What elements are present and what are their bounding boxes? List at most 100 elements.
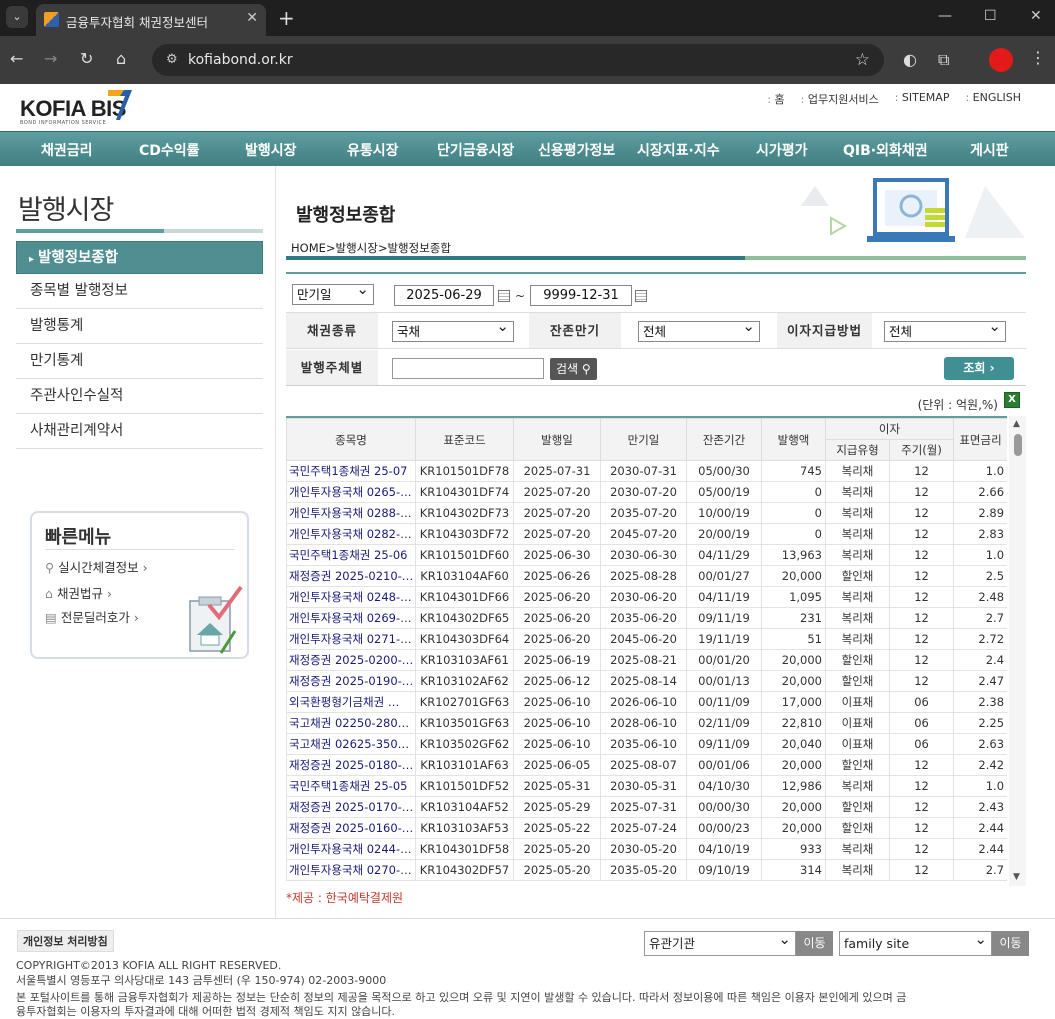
sidebar-item-bond-contract[interactable]: 사채관리계약서 [16, 414, 263, 449]
remaining-maturity-select[interactable]: 전체 [638, 317, 760, 342]
table-row[interactable]: 재정증권 2025-0180-… KR103101AF63 2025-06-05 20… [286, 754, 1007, 776]
col-header-maturity[interactable]: 만기일 [600, 418, 687, 461]
table-row[interactable]: 국민주택1종채권 25-05 KR101501DF52 2025-05-31 2030… [286, 775, 1007, 797]
cell-name[interactable]: 재정증권 2025-0170-… [286, 796, 416, 818]
related-org-select[interactable]: 유관기관 [644, 928, 796, 956]
table-scrollbar[interactable]: ▲ ▼ [1009, 416, 1026, 886]
table-row[interactable]: 국민주택1종채권 25-07 KR101501DF78 2025-07-31 2030… [286, 460, 1007, 482]
top-link-english[interactable]: ENGLISH [965, 91, 1021, 107]
quick-link-dealer[interactable]: ▤ 전문딜러호가 › [45, 607, 139, 626]
sidebar-item-underwriter[interactable]: 주관사인수실적 [16, 379, 263, 414]
sidebar-item-issue-stats[interactable]: 발행통계 [16, 309, 263, 344]
site-info-icon[interactable]: ⚙ [166, 52, 178, 67]
table-row[interactable]: 재정증권 2025-0200-… KR103103AF61 2025-06-19 20… [286, 649, 1007, 671]
cell-name[interactable]: 개인투자용국채 0271-… [286, 628, 416, 650]
cell-name[interactable]: 국고채권 02250-2806-… [286, 712, 416, 734]
calendar-icon[interactable] [498, 290, 510, 302]
home-icon[interactable]: ⌂ [116, 50, 126, 68]
sidebar-item-maturity-stats[interactable]: 만기통계 [16, 344, 263, 379]
cell-name[interactable]: 개인투자용국채 0282-… [286, 523, 416, 545]
gnb-qib[interactable]: QIB·외화채권 [843, 140, 928, 160]
scroll-down-icon[interactable]: ▼ [1013, 872, 1020, 882]
cell-name[interactable]: 국고채권 02625-3506-… [286, 733, 416, 755]
issue-table-container[interactable]: 종목명 표준코드 발행일 만기일 잔존기간 발행액 이자 표면금리 지급유형 주… [286, 416, 1007, 886]
table-row[interactable]: 개인투자용국채 0271-… KR104303DF64 2025-06-20 2045… [286, 628, 1007, 650]
cell-name[interactable]: 외국환평형기금채권 … [286, 691, 416, 713]
gnb-trade-market[interactable]: 유통시장 [347, 140, 399, 160]
reload-icon[interactable]: ↻ [80, 50, 93, 68]
col-header-period[interactable]: 주기(월) [888, 439, 955, 461]
query-button[interactable]: 조회 › [944, 357, 1014, 380]
cell-name[interactable]: 개인투자용국채 0265-… [286, 481, 416, 503]
gnb-board[interactable]: 게시판 [970, 140, 1009, 160]
table-row[interactable]: 재정증권 2025-0210-… KR103104AF60 2025-06-26 20… [286, 565, 1007, 587]
date-from-input[interactable]: 2025-06-29 [394, 285, 494, 306]
extension-icon[interactable]: ◐ [903, 50, 917, 69]
kofia-bis-logo[interactable]: KOFIA BIS BOND INFORMATION SERVICE [20, 88, 140, 130]
gnb-credit-rating[interactable]: 신용평가정보 [538, 140, 615, 160]
col-header-coupon[interactable]: 표면금리 [953, 418, 1007, 461]
quick-link-realtime[interactable]: ⚲ 실시간체결정보 › [45, 557, 148, 576]
privacy-policy-link[interactable]: 개인정보 처리방침 [17, 930, 114, 952]
cell-name[interactable]: 개인투자용국채 0244-… [286, 838, 416, 860]
cell-name[interactable]: 재정증권 2025-0160-… [286, 817, 416, 839]
table-row[interactable]: 재정증권 2025-0190-… KR103102AF62 2025-06-12 20… [286, 670, 1007, 692]
interest-method-select[interactable]: 전체 [884, 317, 1006, 342]
issuer-input[interactable] [392, 358, 544, 379]
cell-name[interactable]: 재정증권 2025-0210-… [286, 565, 416, 587]
cell-name[interactable]: 개인투자용국채 0269-… [286, 607, 416, 629]
quick-link-law[interactable]: ⌂ 채권법규 › [45, 583, 112, 602]
date-to-input[interactable]: 9999-12-31 [530, 285, 632, 306]
browser-tab[interactable]: 금융투자협회 채권정보센터 ✕ [36, 4, 266, 36]
profile-avatar[interactable] [989, 48, 1013, 72]
col-header-amount[interactable]: 발행액 [761, 418, 826, 461]
family-site-select[interactable]: family site [839, 928, 992, 956]
gnb-valuation[interactable]: 시가평가 [756, 140, 808, 160]
address-bar[interactable]: ⚙ kofiabond.or.kr ☆ [152, 44, 884, 76]
bond-type-select[interactable]: 국채 [392, 317, 514, 342]
back-icon[interactable]: ← [10, 50, 23, 68]
table-row[interactable]: 재정증권 2025-0170-… KR103104AF52 2025-05-29 20… [286, 796, 1007, 818]
related-org-go-button[interactable]: 이동 [796, 931, 833, 956]
bookmark-star-icon[interactable]: ☆ [855, 50, 870, 70]
table-row[interactable]: 개인투자용국채 0270-… KR104302DF57 2025-05-20 2035… [286, 859, 1007, 881]
gnb-issue-market[interactable]: 발행시장 [245, 140, 297, 160]
gnb-short-term[interactable]: 단기금융시장 [437, 140, 514, 160]
cell-name[interactable]: 개인투자용국채 0270-… [286, 859, 416, 881]
top-link-sitemap[interactable]: SITEMAP [895, 91, 950, 107]
table-row[interactable]: 국민주택1종채권 25-06 KR101501DF60 2025-06-30 2030… [286, 544, 1007, 566]
close-tab-icon[interactable]: ✕ [246, 10, 258, 26]
table-row[interactable]: 외국환평형기금채권 … KR102701GF63 2025-06-10 2026-06… [286, 691, 1007, 713]
cell-name[interactable]: 국민주택1종채권 25-05 [286, 775, 416, 797]
top-link-home[interactable]: 홈 [767, 91, 785, 107]
col-header-remaining[interactable]: 잔존기간 [686, 418, 762, 461]
minimize-icon[interactable]: — [938, 8, 952, 24]
cell-name[interactable]: 재정증권 2025-0190-… [286, 670, 416, 692]
maximize-icon[interactable]: ☐ [984, 8, 997, 24]
gnb-cd-yield[interactable]: CD수익률 [139, 140, 200, 160]
sidebar-item-issue-by-item[interactable]: 종목별 발행정보 [16, 274, 263, 309]
table-row[interactable]: 개인투자용국채 0282-… KR104303DF72 2025-07-20 2045… [286, 523, 1007, 545]
col-header-issue-date[interactable]: 발행일 [513, 418, 601, 461]
new-tab-button[interactable]: + [278, 6, 295, 30]
cell-name[interactable]: 개인투자용국채 0288-… [286, 502, 416, 524]
table-row[interactable]: 개인투자용국채 0265-… KR104301DF74 2025-07-20 2030… [286, 481, 1007, 503]
forward-icon[interactable]: → [44, 50, 57, 68]
close-window-icon[interactable]: ✕ [1030, 8, 1042, 24]
gnb-market-index[interactable]: 시장지표·지수 [637, 140, 720, 160]
col-header-pay-type[interactable]: 지급유형 [825, 439, 890, 461]
cell-name[interactable]: 국민주택1종채권 25-07 [286, 460, 416, 482]
search-button[interactable]: 검색 ⚲ [550, 358, 597, 380]
tab-search-button[interactable]: ⌄ [6, 6, 28, 28]
menu-kebab-icon[interactable]: ⋮ [1030, 48, 1046, 67]
extensions-puzzle-icon[interactable]: ⧉ [938, 50, 949, 70]
table-row[interactable]: 개인투자용국채 0269-… KR104302DF65 2025-06-20 2035… [286, 607, 1007, 629]
excel-download-icon[interactable]: X [1004, 392, 1020, 408]
table-row[interactable]: 개인투자용국채 0248-… KR104301DF66 2025-06-20 2030… [286, 586, 1007, 608]
cell-name[interactable]: 국민주택1종채권 25-06 [286, 544, 416, 566]
table-row[interactable]: 개인투자용국채 0244-… KR104301DF58 2025-05-20 2030… [286, 838, 1007, 860]
cell-name[interactable]: 개인투자용국채 0248-… [286, 586, 416, 608]
date-type-select[interactable]: 만기일 [292, 280, 374, 305]
family-site-go-button[interactable]: 이동 [992, 931, 1029, 956]
col-header-name[interactable]: 종목명 [286, 418, 416, 461]
